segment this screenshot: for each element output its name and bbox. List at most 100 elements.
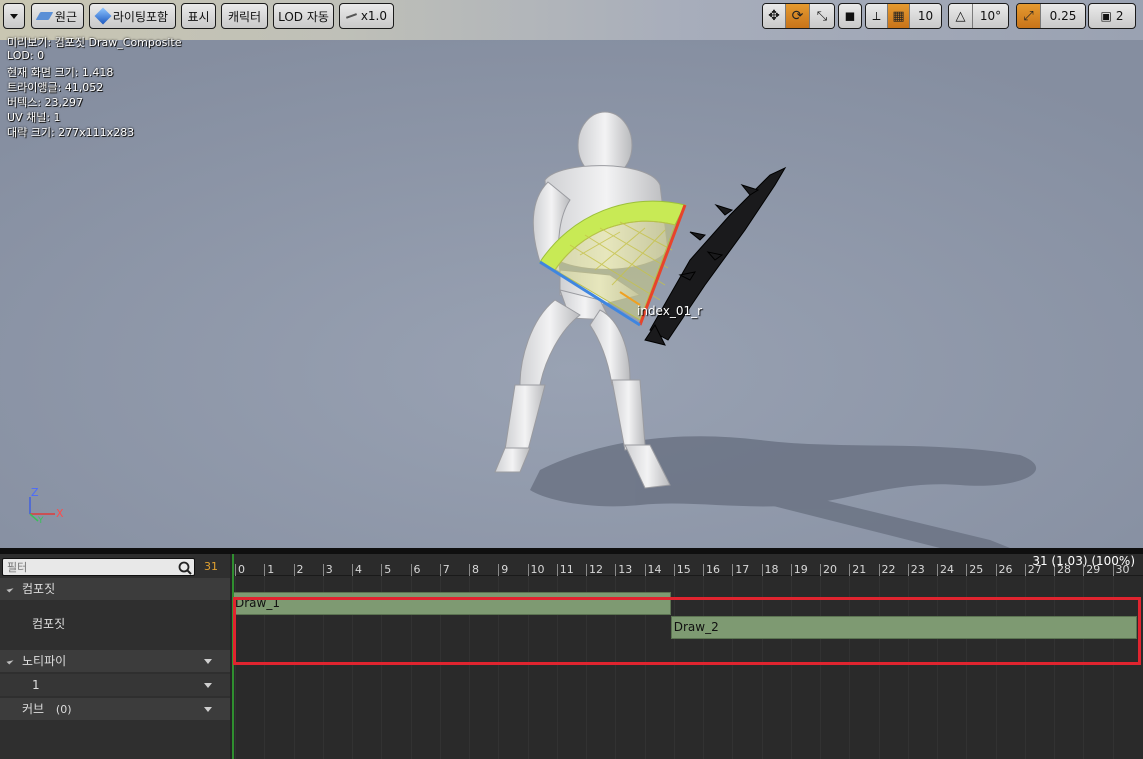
ruler-tick [410,564,412,576]
rotation-snap-toggle[interactable]: △ [949,4,973,28]
coordinate-space-button[interactable]: ◼ [838,3,862,29]
scale-mode-button[interactable]: ⤡ [810,4,834,28]
axis-y-label: Y [38,516,44,526]
ruler-tick [1024,564,1026,576]
show-button[interactable]: 표시 [181,3,216,29]
ruler-tick [352,564,353,576]
ruler-tick [820,564,821,576]
ruler-tick-label: 3 [325,563,333,576]
lod-label: LOD 자동 [278,9,329,24]
preview-viewport[interactable]: 원근 라이팅포함 표시 캐릭터 LOD 자동 x1.0 ✥ ⟳ ⤡ ◼ ⟂ ▦ [0,0,1143,548]
tree-row-composite[interactable]: 컴포짓 [0,600,230,648]
transform-mode-group: ✥ ⟳ ⤡ [762,3,835,29]
animation-composite-editor: 원근 라이팅포함 표시 캐릭터 LOD 자동 x1.0 ✥ ⟳ ⤡ ◼ ⟂ ▦ [0,0,1143,759]
speed-icon [345,13,357,19]
surface-snap-icon: ⟂ [872,8,881,23]
rotate-mode-button[interactable]: ⟳ [786,4,810,28]
axis-x-label: X [56,507,64,520]
ruler-tick [381,564,383,576]
ruler-tick [966,564,968,576]
viewport-scene [0,40,1143,548]
frame-count: 31 [204,560,218,573]
ruler-tick-label: 15 [676,563,691,576]
stat-preview: 미리보기: 컴포짓 Draw_Composite [7,36,182,49]
scale-icon: ⤡ [816,8,828,24]
stat-vertices: 버텍스: 23,297 [7,96,84,109]
ruler-tick-label: 17 [735,563,750,576]
ruler-tick-label: 6 [413,563,421,576]
lighting-label: 라이팅포함 [112,9,169,24]
ruler-tick-label: 22 [881,563,896,576]
perspective-button[interactable]: 원근 [31,3,84,29]
collapse-arrow-icon[interactable] [6,657,14,665]
ruler-tick-label: 1 [267,563,275,576]
collapse-arrow-icon[interactable] [6,585,14,593]
stat-screen-size: 현재 화면 크기: 1.418 [7,66,114,79]
ruler-tick-label: 24 [940,563,954,576]
ruler-tick [235,564,236,576]
scale-snap-toggle[interactable]: ⤢ [1017,4,1041,28]
ruler-tick-label: 2 [296,563,304,576]
ruler-tick [673,564,675,576]
rotation-snap-value-dropdown[interactable]: 10° [973,4,1008,28]
lighting-mode-button[interactable]: 라이팅포함 [89,3,176,29]
camera-speed-button[interactable]: ▣ 2 [1088,3,1136,29]
ruler-tick-label: 26 [998,563,1013,576]
perspective-label: 원근 [54,9,77,24]
perspective-icon [35,12,54,20]
ruler-tick [527,564,529,576]
grid-snap-value-dropdown[interactable]: 10 [910,4,941,28]
playback-speed-button[interactable]: x1.0 [339,3,394,29]
surface-snap-button[interactable]: ⟂ [866,4,888,28]
scale-snap-value-dropdown[interactable]: 0.25 [1041,4,1085,28]
camera-icon: ▣ [1100,9,1112,23]
frame-info: 31 (1.03) (100%) [1032,554,1135,568]
timeline-ruler[interactable]: 0 1 2 3 4 5 6 7 8 9 10 11 12 13 14 15 16 17 18 19 20 21 22 23 24… [232,554,1143,576]
ruler-tick-label: 25 [969,563,984,576]
ruler-tick [732,564,734,576]
ruler-tick [586,564,587,576]
chevron-down-icon[interactable] [204,659,212,664]
viewport-options-button[interactable] [3,3,25,29]
angle-icon: △ [955,8,966,24]
stat-approx-size: 대략 크기: 277x111x283 [7,126,135,139]
speed-label: x1.0 [360,9,387,23]
ruler-tick [469,564,470,576]
curves-label: 커브 [22,702,45,716]
ruler-tick-label: 21 [852,563,867,576]
ruler-tick [556,564,558,576]
ruler-tick-label: 16 [706,563,720,576]
chevron-down-icon[interactable] [204,683,212,688]
stat-uv-channels: UV 채널: 1 [7,111,61,124]
ruler-tick [439,564,441,576]
grid-snap-value: 10 [917,9,934,23]
ruler-tick [498,564,500,576]
ruler-tick-label: 11 [559,563,574,576]
tree-row-notify-1[interactable]: 1 [0,674,230,696]
tree-section-curves[interactable]: 커브 (0) [0,698,230,720]
ruler-tick [937,564,938,576]
filter-input[interactable] [2,558,195,576]
notify-track-label: 1 [32,678,40,692]
ruler-tick-label: 5 [384,563,392,576]
scale-snap-value: 0.25 [1049,9,1077,23]
ruler-tick [761,564,763,576]
ruler-tick-label: 4 [355,563,362,576]
ruler-tick [293,564,295,576]
translate-mode-button[interactable]: ✥ [763,4,786,28]
stat-triangles: 트라이앵글: 41,052 [7,81,104,94]
character-label: 캐릭터 [227,9,262,24]
ruler-tick [644,564,646,576]
ruler-tick [849,564,851,576]
composite-row-label: 컴포짓 [32,617,66,631]
tree-section-notify[interactable]: 노티파이 [0,650,230,672]
lod-button[interactable]: LOD 자동 [273,3,334,29]
ruler-tick-label: 12 [589,563,603,576]
tree-section-composite[interactable]: 컴포짓 [0,578,230,600]
ruler-tick-label: 0 [238,563,245,576]
show-label: 표시 [187,9,210,24]
search-icon[interactable] [178,560,192,579]
grid-snap-toggle[interactable]: ▦ [888,4,910,28]
chevron-down-icon[interactable] [204,707,212,712]
character-button[interactable]: 캐릭터 [221,3,268,29]
